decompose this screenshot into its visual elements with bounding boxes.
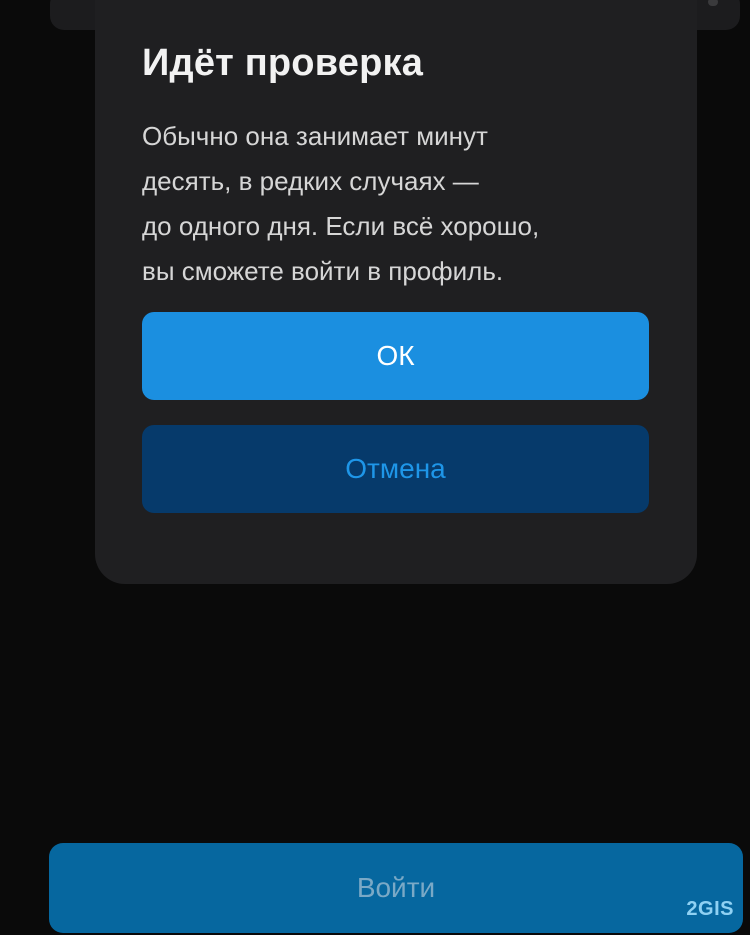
- cancel-button[interactable]: Отмена: [142, 425, 649, 513]
- dialog-message-line: вы сможете войти в профиль.: [142, 256, 504, 286]
- dialog-message-line: Обычно она занимает минут: [142, 121, 488, 151]
- top-card-indicator-icon: [708, 0, 718, 6]
- verification-dialog: Идёт проверка Обычно она занимает минут …: [95, 0, 697, 584]
- ok-button[interactable]: ОК: [142, 312, 649, 400]
- dialog-title: Идёт проверка: [142, 42, 424, 84]
- dialog-message-line: до одного дня. Если всё хорошо,: [142, 211, 540, 241]
- login-button[interactable]: Войти: [49, 843, 743, 933]
- dialog-message-line: десять, в редких случаях —: [142, 166, 479, 196]
- dialog-message: Обычно она занимает минут десять, в редк…: [142, 114, 662, 294]
- 2gis-watermark: 2GIS: [686, 898, 734, 920]
